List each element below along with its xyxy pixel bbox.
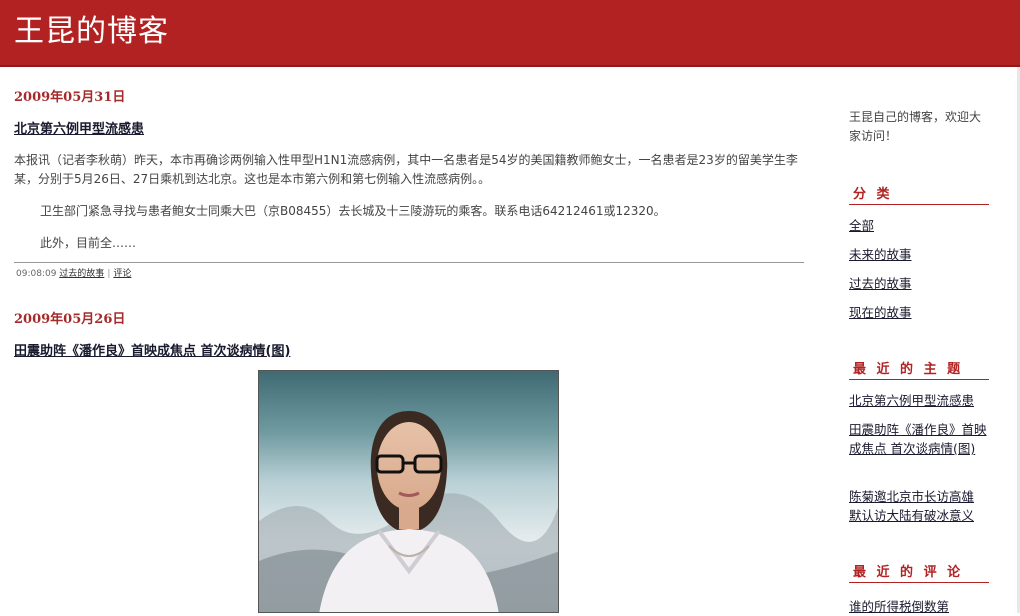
post-paragraph: 此外，目前全……: [40, 236, 137, 250]
post-photo[interactable]: [258, 370, 559, 613]
post-meta: 09:08:09 过去的故事 | 评论: [16, 266, 131, 279]
category-link-future[interactable]: 未来的故事: [849, 245, 989, 264]
recent-comments-heading: 最 近 的 评 论: [853, 565, 964, 580]
post-category-link[interactable]: 过去的故事: [59, 269, 104, 279]
post-title-link[interactable]: 北京第六例甲型流感患: [14, 118, 144, 137]
blog-header: 王昆的博客: [0, 0, 1020, 67]
post-time: 09:08:09: [16, 269, 57, 279]
recent-comments-divider: [849, 582, 989, 583]
recent-post-link[interactable]: 北京第六例甲型流感患: [849, 391, 989, 410]
meta-separator: |: [107, 269, 111, 279]
category-link-all[interactable]: 全部: [849, 216, 989, 235]
categories-divider: [849, 204, 989, 205]
recent-post-link[interactable]: 陈菊邀北京市长访高雄 默认访大陆有破冰意义: [849, 487, 989, 525]
categories-heading: 分 类: [853, 187, 893, 202]
post-paragraph: 卫生部门紧急寻找与患者鲍女士同乘大巴（京B08455）去长城及十三陵游玩的乘客。…: [40, 204, 666, 218]
recent-post-link[interactable]: 田震助阵《潘作良》首映成焦点 首次谈病情(图): [849, 420, 989, 458]
post-date: 2009年05月31日: [14, 90, 126, 105]
post-title-link[interactable]: 田震助阵《潘作良》首映成焦点 首次谈病情(图): [14, 340, 290, 359]
recent-comment-link[interactable]: 谁的所得税倒数第: [849, 597, 989, 616]
category-link-present[interactable]: 现在的故事: [849, 303, 989, 322]
blog-title[interactable]: 王昆的博客: [14, 6, 169, 50]
recent-posts-divider: [849, 379, 989, 380]
post-paragraph: 本报讯（记者李秋萌）昨天，本市再确诊两例输入性甲型H1N1流感病例，其中一名患者…: [14, 153, 798, 186]
post-divider: [14, 262, 804, 263]
category-link-past[interactable]: 过去的故事: [849, 274, 989, 293]
recent-posts-heading: 最 近 的 主 题: [853, 362, 964, 377]
post-date: 2009年05月26日: [14, 312, 126, 327]
blog-intro: 王昆自己的博客，欢迎大家访问！: [849, 110, 982, 143]
photo-image: [259, 371, 558, 612]
post-comment-link[interactable]: 评论: [113, 269, 131, 279]
